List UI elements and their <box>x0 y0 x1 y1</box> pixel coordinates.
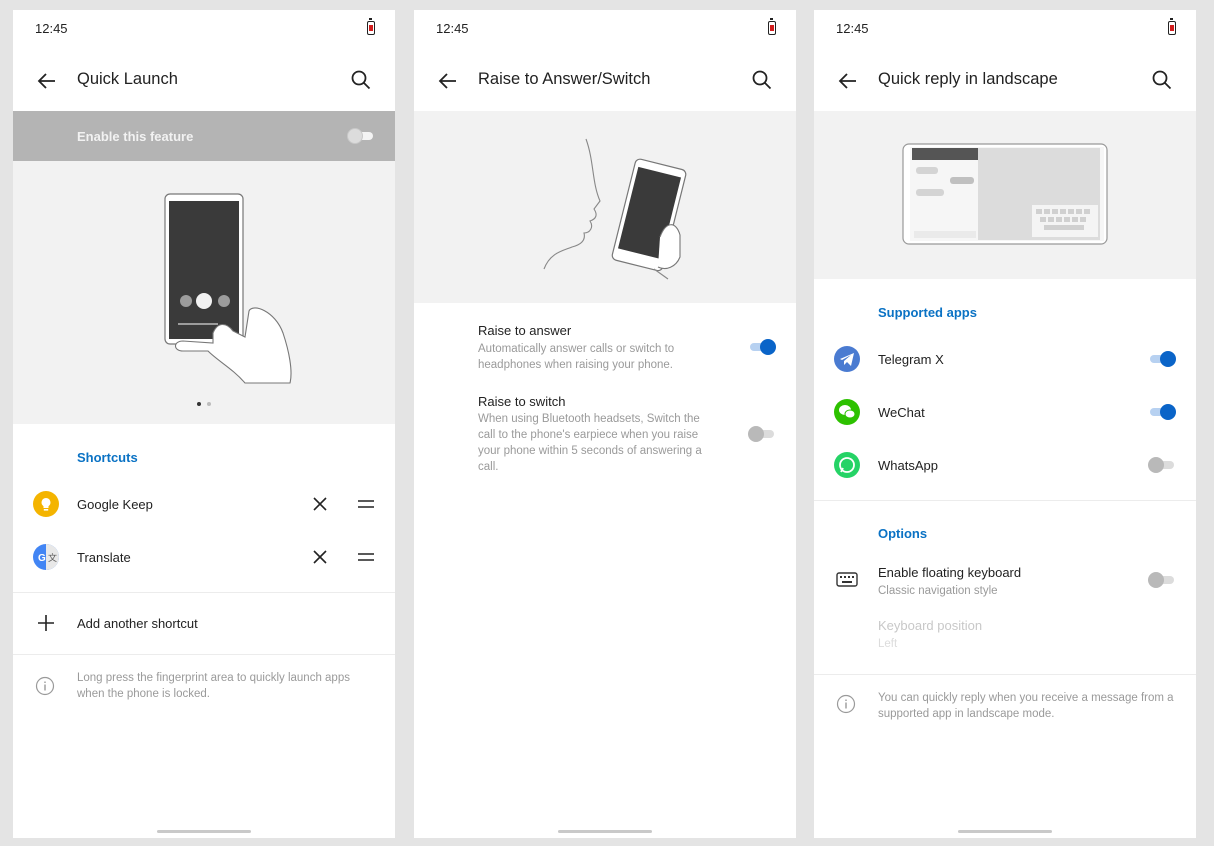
plus-icon <box>38 615 54 631</box>
floating-keyboard-description: Classic navigation style <box>878 585 998 597</box>
keyboard-icon <box>836 572 858 587</box>
raise-to-answer-screen: 12:45 Raise to Answer/Switch Raise to an… <box>414 10 796 838</box>
app-label: Telegram X <box>878 352 944 367</box>
back-arrow-icon[interactable] <box>35 69 59 93</box>
status-time: 12:45 <box>436 21 469 36</box>
raise-illustration <box>414 111 796 303</box>
search-icon[interactable] <box>750 68 774 92</box>
app-label: WeChat <box>878 405 925 420</box>
battery-icon <box>367 18 375 35</box>
pager-dot-active <box>197 402 201 406</box>
divider <box>814 674 1196 675</box>
app-bar: Quick reply in landscape <box>814 54 1196 110</box>
wechat-icon <box>834 399 860 425</box>
raise-to-answer-label: Raise to answer <box>478 323 572 338</box>
divider <box>13 654 395 655</box>
page-title: Raise to Answer/Switch <box>478 70 651 88</box>
face-phone-illustration <box>543 138 687 280</box>
battery-icon <box>768 18 776 35</box>
shortcuts-header: Shortcuts <box>77 450 138 465</box>
divider <box>13 592 395 593</box>
options-header: Options <box>878 526 928 541</box>
battery-icon <box>1168 18 1176 35</box>
quick-launch-illustration <box>13 161 395 424</box>
drag-handle-icon[interactable] <box>357 548 375 566</box>
phone-hand-illustration <box>164 193 292 384</box>
status-time: 12:45 <box>836 21 869 36</box>
raise-to-answer-toggle[interactable] <box>748 339 776 355</box>
drag-handle-icon[interactable] <box>357 495 375 513</box>
app-bar: Quick Launch <box>13 54 395 110</box>
raise-to-switch-toggle[interactable] <box>748 426 776 442</box>
nav-gesture-bar[interactable] <box>558 830 652 833</box>
pager-dot <box>207 402 211 406</box>
enable-feature-label: Enable this feature <box>77 129 194 144</box>
telegram-x-toggle[interactable] <box>1148 351 1176 367</box>
status-time: 12:45 <box>35 21 68 36</box>
telegram-icon <box>834 346 860 372</box>
whatsapp-icon <box>834 452 860 478</box>
info-text: You can quickly reply when you receive a… <box>878 692 1174 720</box>
info-text: Long press the fingerprint area to quick… <box>77 672 350 700</box>
landscape-illustration <box>814 111 1196 279</box>
divider <box>814 500 1196 501</box>
enable-feature-row[interactable]: Enable this feature <box>13 111 395 161</box>
landscape-phone-illustration <box>902 143 1108 245</box>
page-title: Quick reply in landscape <box>878 70 1058 88</box>
remove-shortcut-close-icon[interactable] <box>311 495 329 513</box>
back-arrow-icon[interactable] <box>436 69 460 93</box>
app-label: WhatsApp <box>878 458 938 473</box>
search-icon[interactable] <box>349 68 373 92</box>
quick-launch-screen: 12:45 Quick Launch Enable this feature S… <box>13 10 395 838</box>
app-bar: Raise to Answer/Switch <box>414 54 796 110</box>
svg-text:G: G <box>38 553 46 564</box>
page-title: Quick Launch <box>77 70 178 88</box>
remove-shortcut-close-icon[interactable] <box>311 548 329 566</box>
svg-text:文: 文 <box>48 552 57 563</box>
back-arrow-icon[interactable] <box>836 69 860 93</box>
nav-gesture-bar[interactable] <box>958 830 1052 833</box>
translate-icon: G文 <box>33 544 59 570</box>
wechat-toggle[interactable] <box>1148 404 1176 420</box>
google-keep-icon <box>33 491 59 517</box>
info-icon <box>836 694 856 714</box>
quick-reply-screen: 12:45 Quick reply in landscape Supported… <box>814 10 1196 838</box>
keyboard-position-value: Left <box>878 638 898 650</box>
add-shortcut-label: Add another shortcut <box>77 616 198 631</box>
enable-feature-toggle[interactable] <box>347 128 375 144</box>
search-icon[interactable] <box>1150 68 1174 92</box>
supported-apps-header: Supported apps <box>878 305 977 320</box>
shortcut-label: Translate <box>77 550 131 565</box>
raise-to-switch-label: Raise to switch <box>478 394 566 409</box>
nav-gesture-bar[interactable] <box>157 830 251 833</box>
raise-to-switch-description: When using Bluetooth headsets, Switch th… <box>478 413 702 473</box>
whatsapp-toggle[interactable] <box>1148 457 1176 473</box>
raise-to-answer-description: Automatically answer calls or switch to … <box>478 343 675 371</box>
shortcut-label: Google Keep <box>77 497 153 512</box>
keyboard-position-label: Keyboard position <box>878 618 983 633</box>
floating-keyboard-toggle[interactable] <box>1148 572 1176 588</box>
info-icon <box>35 676 55 696</box>
floating-keyboard-label: Enable floating keyboard <box>878 565 1022 580</box>
